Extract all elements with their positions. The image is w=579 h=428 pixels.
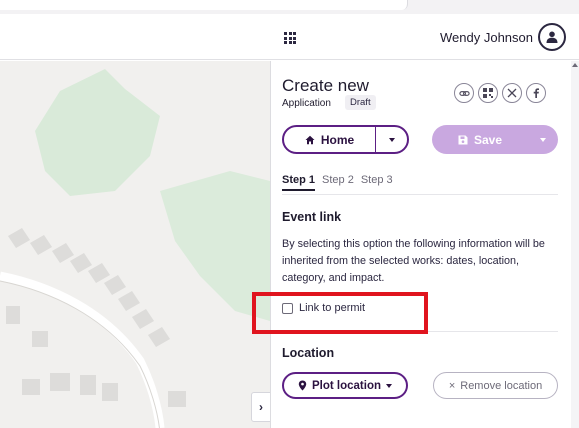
chevron-down-icon [388, 137, 395, 142]
save-button-group: Save [432, 125, 558, 154]
expand-panel-button[interactable]: › [251, 392, 271, 422]
browser-top-strip [0, 0, 579, 14]
browser-tab-edge [0, 0, 408, 10]
event-link-description: By selecting this option the following i… [282, 238, 545, 284]
event-link-title: Event link [282, 210, 342, 224]
facebook-icon[interactable] [526, 83, 546, 103]
tab-step-1[interactable]: Step 1 [282, 174, 316, 191]
save-button[interactable]: Save [432, 125, 528, 154]
home-dropdown-button[interactable] [376, 127, 407, 152]
chevron-right-icon: › [259, 400, 263, 414]
home-button[interactable]: Home [284, 127, 376, 152]
app-header: Wendy Johnson [0, 14, 579, 60]
plot-location-label: Plot location [312, 379, 381, 392]
person-icon [546, 31, 558, 43]
save-dropdown-button[interactable] [528, 125, 558, 154]
location-title: Location [282, 346, 335, 360]
side-panel: Create new Application Draft Home Save S… [270, 61, 579, 428]
page-subtitle: Application [282, 98, 331, 109]
map-park [35, 69, 160, 196]
user-name[interactable]: Wendy Johnson [440, 30, 533, 45]
tab-step-3[interactable]: Step 3 [361, 174, 393, 191]
page-title: Create new [282, 76, 369, 95]
map-view[interactable] [0, 61, 270, 428]
plot-location-button[interactable]: Plot location [282, 372, 408, 399]
qr-code-icon[interactable] [478, 83, 498, 103]
home-button-label: Home [320, 132, 355, 147]
scrollbar[interactable] [571, 61, 579, 428]
home-button-group: Home [282, 125, 409, 154]
x-icon[interactable] [502, 83, 522, 103]
chevron-down-icon [540, 137, 546, 142]
tabs-divider [282, 194, 558, 195]
chevron-down-icon [386, 383, 392, 388]
avatar[interactable] [538, 23, 566, 51]
save-icon [458, 135, 468, 144]
step-tabs: Step 1 Step 2 Step 3 [282, 174, 393, 191]
tab-step-2[interactable]: Step 2 [322, 174, 354, 191]
highlight-annotation [252, 292, 428, 334]
home-icon [305, 135, 315, 144]
status-badge: Draft [345, 95, 376, 110]
save-button-label: Save [473, 132, 503, 147]
map-pin-icon [298, 380, 307, 391]
remove-location-label: Remove location [460, 379, 543, 392]
share-icons [454, 83, 546, 103]
link-icon[interactable] [454, 83, 474, 103]
apps-grid-icon[interactable] [284, 32, 296, 44]
scroll-up-icon[interactable] [572, 63, 578, 67]
close-icon: × [448, 379, 456, 392]
remove-location-button[interactable]: × Remove location [433, 372, 558, 399]
